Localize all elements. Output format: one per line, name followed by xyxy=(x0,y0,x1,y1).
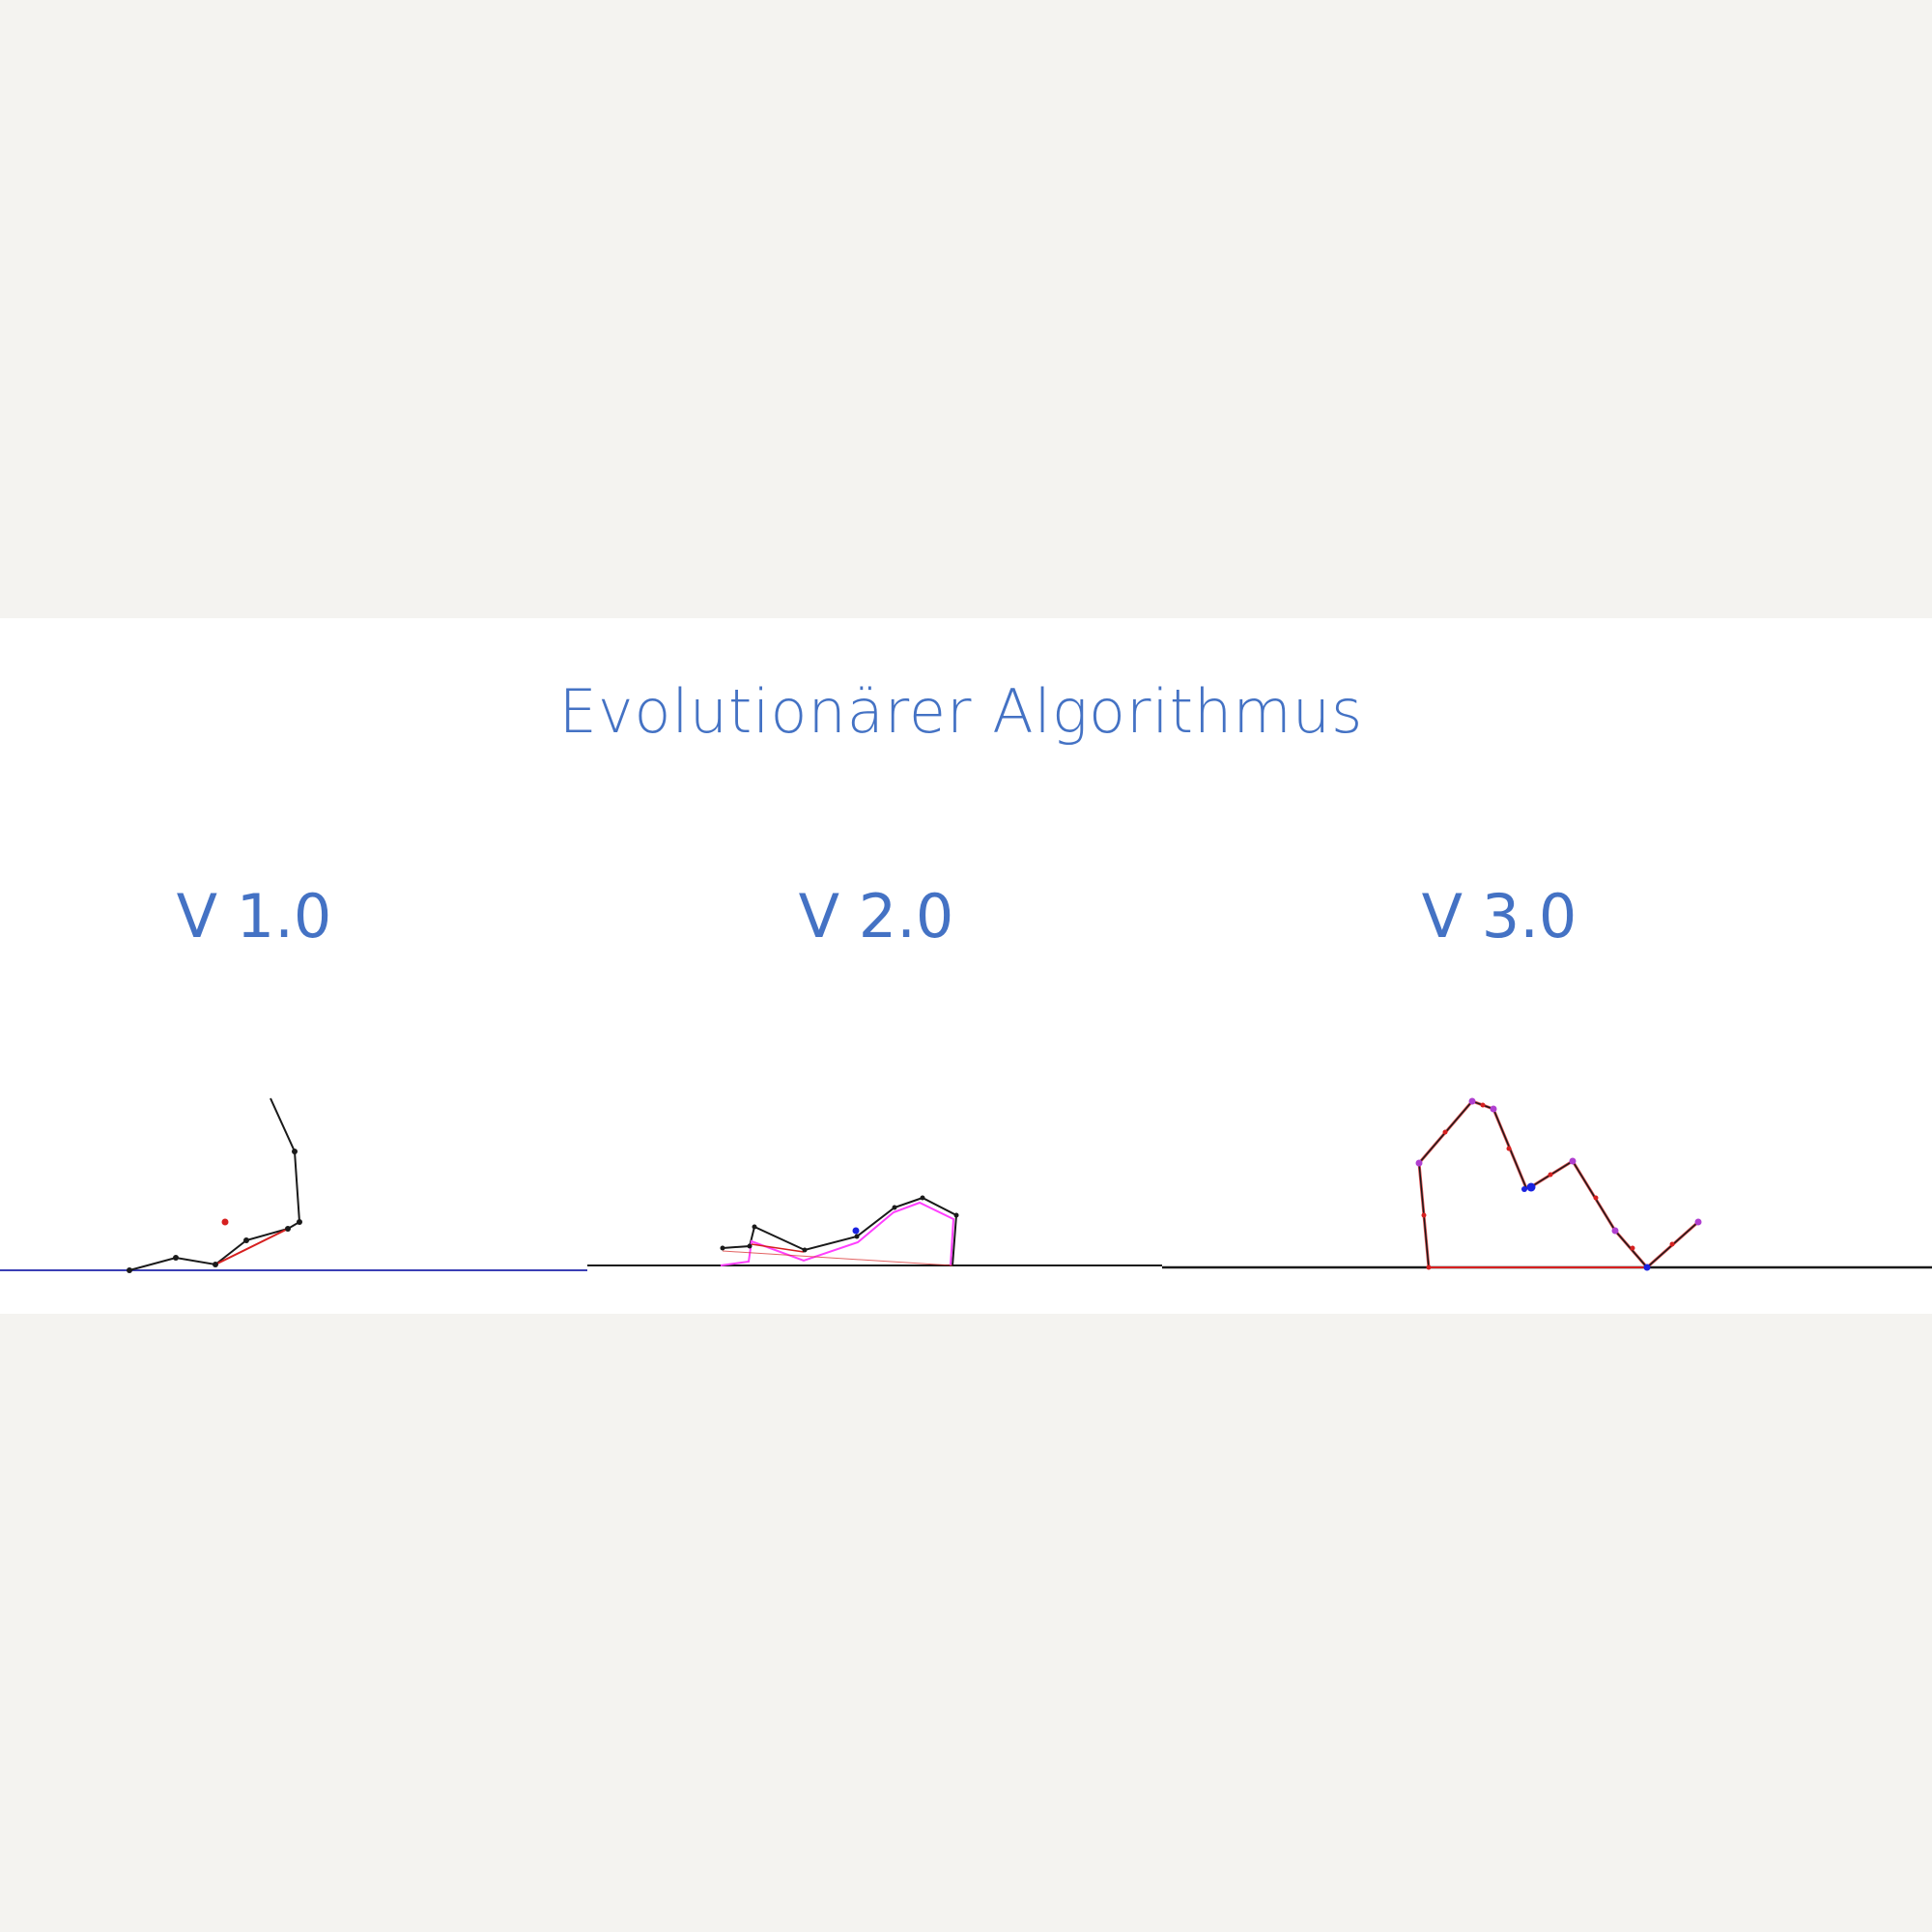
creature-v3-muscle-point xyxy=(1480,1102,1486,1108)
creature-v3-node xyxy=(1468,1097,1476,1105)
creature-v3-muscle-point xyxy=(1630,1245,1635,1251)
creature-v1-node xyxy=(213,1262,218,1267)
creature-v2-body xyxy=(722,1196,958,1266)
creature-v3-muscle-point xyxy=(1506,1146,1512,1151)
creature-v2 xyxy=(587,1195,1162,1266)
creature-v2-node xyxy=(720,1245,725,1251)
slide: Evolutionärer Algorithmus V 1.0 V 2.0 V … xyxy=(0,618,1932,1314)
creature-v3 xyxy=(1162,1097,1932,1271)
creature-v3-muscle-point xyxy=(1426,1264,1432,1270)
creature-v3-muscle-point xyxy=(1548,1172,1553,1178)
creature-v1-node xyxy=(285,1226,291,1232)
creature-v2-center-point xyxy=(852,1227,860,1235)
creature-v3-body-shadow xyxy=(1417,1099,1699,1270)
creature-v3-center-point xyxy=(1526,1182,1536,1192)
creature-v1-body xyxy=(128,1097,301,1271)
simulation-figures xyxy=(0,1097,1932,1273)
creature-v1-node xyxy=(127,1267,132,1273)
creature-v3-node xyxy=(1415,1159,1423,1167)
creature-v3-muscle-point xyxy=(1669,1241,1675,1247)
creature-v3-ground-contact xyxy=(1643,1264,1651,1271)
creature-v2-outline xyxy=(720,1201,955,1266)
creature-v1-node xyxy=(292,1149,298,1154)
creature-v2-node xyxy=(920,1195,925,1201)
creature-v2-muscle xyxy=(722,1250,953,1266)
creature-v1-muscle xyxy=(214,1228,289,1265)
creature-v2-node xyxy=(752,1224,757,1230)
creature-v3-muscle-point xyxy=(1593,1195,1599,1201)
creature-v1-nodes xyxy=(127,1149,302,1273)
creature-v1-node xyxy=(297,1219,302,1225)
creature-v3-node xyxy=(1694,1218,1702,1226)
creature-v3-muscle-points xyxy=(1421,1102,1675,1270)
creature-v1-node xyxy=(243,1237,249,1243)
creature-v1-node xyxy=(173,1255,179,1261)
creature-v2-node xyxy=(747,1243,753,1249)
creature-v2-node xyxy=(892,1205,897,1210)
creature-v2-node xyxy=(802,1247,808,1253)
creature-v1-target-point xyxy=(221,1218,229,1226)
creature-v3-body xyxy=(1418,1100,1699,1269)
creature-v3-node xyxy=(1569,1157,1577,1165)
creature-v3-node xyxy=(1611,1227,1619,1235)
creature-v2-node xyxy=(854,1234,860,1239)
creature-v2-node xyxy=(953,1212,959,1218)
creature-v3-node xyxy=(1490,1105,1497,1113)
creature-v3-center-point xyxy=(1521,1186,1527,1192)
creature-v1 xyxy=(0,1097,587,1273)
creature-v3-muscle-point xyxy=(1442,1129,1448,1135)
creature-v3-muscle-point xyxy=(1421,1212,1427,1218)
